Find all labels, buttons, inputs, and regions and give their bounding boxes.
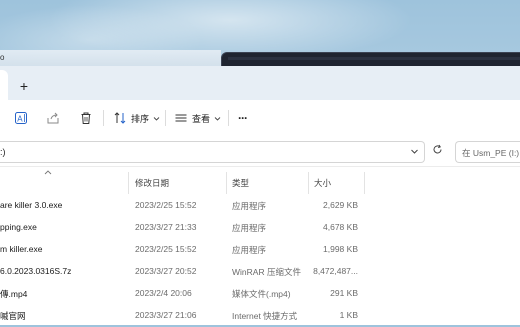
file-row[interactable]: 傳.mp4 2023/2/4 20:06 媒体文件(.mp4) 291 KB — [0, 283, 520, 305]
tab-bar: + — [0, 66, 520, 100]
column-divider[interactable] — [128, 172, 129, 194]
address-path: :) — [0, 147, 6, 157]
rename-button[interactable]: A — [14, 109, 28, 127]
file-type: Internet 快捷方式 — [232, 311, 298, 321]
column-header-type[interactable]: 类型 — [232, 177, 249, 189]
file-name: are killer 3.0.exe — [0, 200, 63, 210]
more-options-button[interactable]: ··· — [238, 109, 248, 127]
search-input[interactable]: 在 Usm_PE (I:) 中 — [455, 141, 520, 163]
sort-label: 排序 — [131, 113, 150, 124]
column-divider[interactable] — [226, 172, 227, 194]
share-icon — [46, 111, 60, 125]
delete-button[interactable] — [79, 109, 93, 127]
active-tab[interactable] — [0, 70, 8, 100]
file-date: 2023/2/25 15:52 — [135, 244, 197, 254]
file-size: 1 KB — [339, 310, 358, 320]
sort-ascending-icon — [44, 167, 52, 177]
share-button[interactable] — [46, 109, 60, 127]
file-type: 应用程序 — [232, 223, 267, 233]
file-row[interactable]: 6.0.2023.0316S.7z 2023/3/27 20:52 WinRAR… — [0, 261, 520, 283]
new-tab-button[interactable]: + — [14, 78, 34, 94]
file-date: 2023/3/27 20:52 — [135, 266, 197, 276]
column-header-date[interactable]: 修改日期 — [135, 177, 169, 189]
command-bar: A 排序 查看 ··· — [0, 100, 520, 137]
file-size: 4,678 KB — [323, 222, 358, 232]
sort-button[interactable]: 排序 — [113, 109, 160, 127]
address-bar: :) 在 Usm_PE (I:) 中 — [0, 136, 520, 167]
file-name: 6.0.2023.0316S.7z — [0, 266, 72, 276]
chevron-down-icon — [214, 115, 221, 122]
trash-icon — [79, 111, 93, 125]
view-button[interactable]: 查看 — [174, 109, 221, 127]
rename-icon: A — [14, 111, 28, 125]
file-size: 8,472,487... — [313, 266, 358, 276]
view-list-icon — [174, 111, 188, 125]
chevron-down-icon[interactable] — [410, 147, 419, 158]
file-name: m killer.exe — [0, 244, 43, 254]
file-size: 2,629 KB — [323, 200, 358, 210]
file-date: 2023/3/27 21:06 — [135, 310, 197, 320]
file-name: 嘁官网 — [0, 311, 26, 321]
file-type: 应用程序 — [232, 201, 267, 211]
background-window-edge — [0, 50, 221, 66]
file-row[interactable]: m killer.exe 2023/2/25 15:52 应用程序 1,998 … — [0, 239, 520, 261]
file-row[interactable]: pping.exe 2023/3/27 21:33 应用程序 4,678 KB — [0, 217, 520, 239]
file-size: 291 KB — [330, 288, 358, 298]
background-window-text: o — [0, 53, 5, 62]
file-name: pping.exe — [0, 222, 37, 232]
file-explorer-window: + A 排序 查看 ···:) 在 Usm_PE (I:) 修改日期 类型 大… — [0, 66, 520, 325]
column-divider[interactable] — [364, 172, 365, 194]
search-placeholder: 在 Usm_PE (I:) 中 — [462, 148, 520, 158]
toolbar-separator — [228, 110, 229, 126]
sort-icon — [113, 111, 127, 125]
file-size: 1,998 KB — [323, 244, 358, 254]
file-row[interactable]: 嘁官网 2023/3/27 21:06 Internet 快捷方式 1 KB — [0, 305, 520, 327]
file-row[interactable]: are killer 3.0.exe 2023/2/25 15:52 应用程序 … — [0, 195, 520, 217]
toolbar-separator — [165, 110, 166, 126]
address-field[interactable]: :) — [0, 141, 425, 163]
file-type: 媒体文件(.mp4) — [232, 289, 291, 299]
column-header-row: 修改日期 类型 大小 — [0, 166, 520, 194]
file-type: WinRAR 压缩文件 — [232, 267, 301, 277]
file-type: 应用程序 — [232, 245, 267, 255]
view-label: 查看 — [192, 113, 211, 124]
file-date: 2023/2/4 20:06 — [135, 288, 192, 298]
refresh-icon[interactable] — [432, 144, 443, 157]
file-date: 2023/2/25 15:52 — [135, 200, 197, 210]
svg-text:A: A — [17, 115, 23, 124]
toolbar-separator — [103, 110, 104, 126]
column-divider[interactable] — [308, 172, 309, 194]
column-header-size[interactable]: 大小 — [314, 177, 331, 189]
file-name: 傳.mp4 — [0, 289, 28, 299]
file-date: 2023/3/27 21:33 — [135, 222, 197, 232]
chevron-down-icon — [153, 115, 160, 122]
